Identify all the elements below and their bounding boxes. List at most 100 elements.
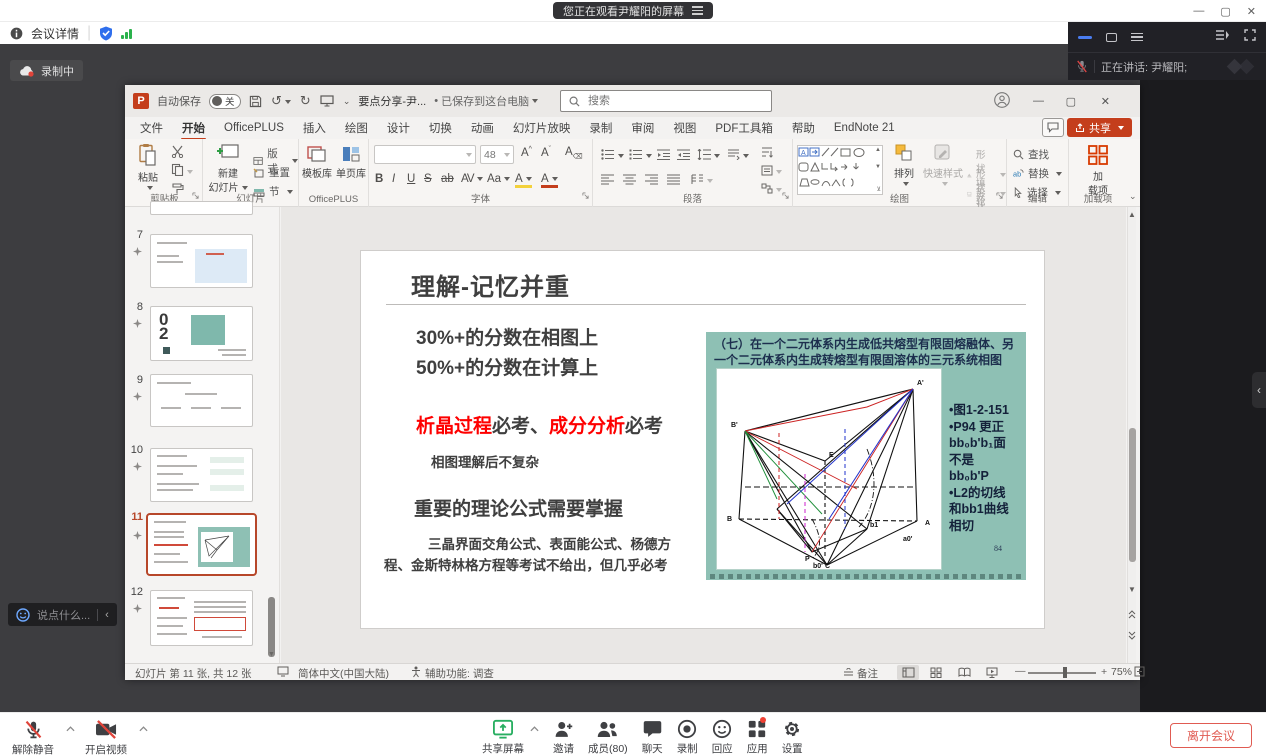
numbering-button[interactable] [629,147,652,165]
shapes-scroll-down[interactable]: ▼ [875,164,881,170]
tab-record[interactable]: 录制 [588,118,613,138]
next-slide-button[interactable] [1128,631,1136,642]
reset-button[interactable]: 重置 [253,165,290,180]
previous-slide-button[interactable] [1128,610,1136,621]
clear-formatting-button[interactable]: A⌫ [565,146,583,160]
line-spacing-button[interactable] [697,147,720,165]
comments-button[interactable] [1042,118,1064,137]
camera-options-caret[interactable] [139,719,148,745]
unmute-button[interactable]: 解除静音 [12,719,54,756]
scroll-up-arrow[interactable]: ▲ [1128,210,1136,219]
strikethrough-button[interactable]: S [424,173,432,185]
shapes-scroll-up[interactable]: ▲ [875,147,881,153]
panel-expand-handle[interactable]: ‹ [1252,372,1266,408]
tab-insert[interactable]: 插入 [302,118,327,138]
start-video-button[interactable]: 开启视频 [85,719,127,756]
account-icon[interactable] [994,92,1010,111]
save-status[interactable]: • 已保存到这台电脑 [434,93,538,109]
template-library-button[interactable]: 模板库 [300,145,334,180]
tab-transitions[interactable]: 切换 [428,118,453,138]
layout-minimal-icon[interactable] [1078,36,1092,39]
tab-file[interactable]: 文件 [139,118,164,138]
recording-badge[interactable]: 录制中 [10,60,83,81]
record-button[interactable]: 录制 [677,719,698,756]
os-close-button[interactable]: ✕ [1247,5,1256,18]
slide-sorter-view-button[interactable] [925,665,947,680]
scrollbar-thumb[interactable] [1129,428,1136,562]
mic-options-caret[interactable] [66,719,75,745]
network-signal-icon[interactable] [121,28,132,39]
os-maximize-button[interactable]: ▢ [1220,5,1230,18]
undo-button[interactable]: ↺ [271,93,291,109]
italic-button[interactable]: I [392,173,395,185]
zoom-slider-knob[interactable] [1063,667,1067,678]
thumbnail-slide-12[interactable] [150,590,253,646]
members-button[interactable]: 成员(80) [588,719,628,756]
change-case-button[interactable]: Aa [487,173,510,185]
share-options-caret[interactable] [530,719,539,744]
replace-button[interactable]: ab替换 [1013,166,1062,181]
chat-input-placeholder[interactable]: 说点什么... [37,607,90,623]
tab-home[interactable]: 开始 [181,118,206,138]
slide-counter[interactable]: 幻灯片 第 11 张, 共 12 张 [135,666,252,681]
language-indicator[interactable]: 简体中文(中国大陆) [298,666,389,681]
tab-design[interactable]: 设计 [386,118,411,138]
thumbnail-scroll-down-arrow[interactable]: ▼ [268,651,275,658]
quick-styles-button[interactable]: 快速样式 [923,143,963,186]
text-direction-button[interactable] [727,147,749,165]
chat-button[interactable]: 聊天 [642,719,663,756]
bullets-button[interactable] [601,147,624,165]
layout-list-icon[interactable] [1131,31,1143,44]
font-size-combo[interactable]: 48 [480,145,514,164]
character-spacing-button[interactable]: AV [461,173,483,185]
scroll-down-arrow[interactable]: ▼ [1128,585,1136,594]
leave-meeting-button[interactable]: 离开会议 [1170,723,1252,748]
emoji-icon[interactable] [16,608,30,622]
display-settings-icon[interactable] [277,666,289,680]
slideshow-view-button[interactable] [981,665,1003,680]
tab-officeplus[interactable]: OfficePLUS [223,120,285,136]
paste-button[interactable]: 粘贴 [132,143,164,190]
thumbnail-slide-6-partial[interactable] [150,201,253,215]
bold-button[interactable]: B [375,173,383,185]
page-library-button[interactable]: 单页库 [334,145,368,180]
font-name-combo[interactable] [374,145,476,164]
normal-view-button[interactable] [897,665,919,680]
find-button[interactable]: 查找 [1013,147,1049,162]
increase-font-button[interactable]: A^ [521,146,532,159]
align-left-button[interactable] [601,172,614,190]
search-input[interactable] [586,94,746,108]
current-slide[interactable]: 理解-记忆并重 30%+的分数在相图上 50%+的分数在计算上 析晶过程必考、成… [360,250,1045,629]
accessibility-icon[interactable] [411,666,421,681]
redo-button[interactable]: ↻ [300,93,311,109]
qat-customize-icon[interactable]: ⌄ [343,96,351,107]
thumbnail-slide-10[interactable] [150,448,253,502]
decrease-font-button[interactable]: Aˇ [541,146,551,159]
collapse-chat-icon[interactable]: ‹ [105,609,109,621]
quick-chat-pill[interactable]: 说点什么... ‹ [8,603,117,626]
security-shield-icon[interactable] [99,26,113,41]
search-box[interactable] [560,90,772,112]
drawing-dialog-launcher[interactable] [996,186,1003,204]
reading-view-button[interactable] [953,665,975,680]
arrange-button[interactable]: 排列 [887,143,921,186]
autosave-toggle[interactable]: 关 [209,94,241,109]
text-align-vertical-button[interactable] [761,163,782,181]
zoom-out-button[interactable]: — [1015,665,1026,677]
zoom-slider-track[interactable] [1028,672,1096,674]
ppt-share-button[interactable]: 共享 [1067,118,1132,137]
layout-speaker-icon[interactable] [1106,33,1117,42]
share-screen-button[interactable]: 共享屏幕 [482,719,524,756]
thumbnail-slide-11-selected[interactable] [146,513,257,576]
decrease-indent-button[interactable] [657,147,670,165]
tab-help[interactable]: 帮助 [791,118,816,138]
tab-draw[interactable]: 绘图 [344,118,369,138]
ppt-close-button[interactable]: ✕ [1101,95,1110,108]
align-right-button[interactable] [645,172,658,190]
underline-button[interactable]: U [407,173,415,185]
collapse-ribbon-button[interactable]: ⌄ [1129,191,1137,202]
tab-view[interactable]: 视图 [672,118,697,138]
thumbnail-slide-7[interactable] [150,234,253,288]
double-strike-button[interactable]: ab [441,173,454,185]
meeting-details-link[interactable]: 会议详情 [31,25,79,42]
